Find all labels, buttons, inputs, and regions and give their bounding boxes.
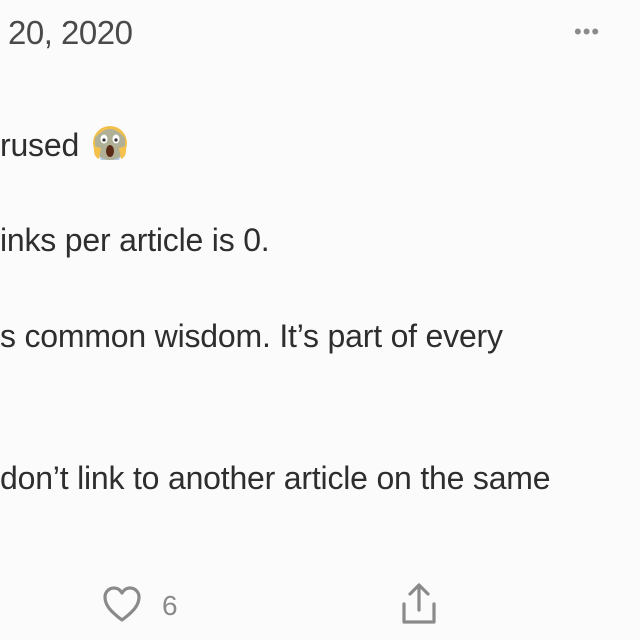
post-actions: 6 xyxy=(0,580,640,630)
post-text-line: s common wisdom. It’s part of every xyxy=(0,318,503,354)
like-button[interactable]: 6 xyxy=(100,584,178,628)
post-text: rused xyxy=(0,127,80,163)
post-text-line: inks per article is 0. xyxy=(0,222,270,258)
more-options-button[interactable]: ••• xyxy=(574,19,614,44)
scream-face-emoji-icon xyxy=(91,124,129,170)
share-button[interactable] xyxy=(397,580,441,628)
heart-icon xyxy=(100,584,144,629)
post-text-line: don’t link to another article on the sam… xyxy=(0,460,551,496)
post-date: 20, 2020 xyxy=(8,14,133,51)
more-icon: ••• xyxy=(574,19,601,44)
post: 20, 2020 ••• rused inks per article is 0… xyxy=(0,0,640,640)
share-icon xyxy=(397,583,441,632)
like-count: 6 xyxy=(162,590,178,621)
post-text-line: rused xyxy=(0,124,129,170)
